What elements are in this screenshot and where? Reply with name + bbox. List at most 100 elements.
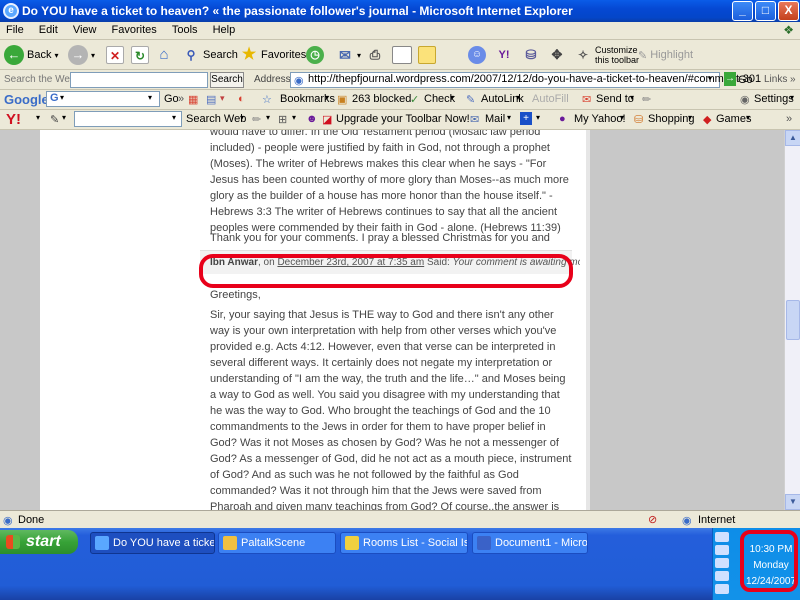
start-button[interactable]: start <box>0 530 78 554</box>
tray-safely-remove-icon[interactable] <box>715 584 729 594</box>
search-web-input[interactable] <box>70 72 208 88</box>
home-button[interactable]: ⌂ <box>155 44 173 66</box>
yahoo-search-web-dropdown-icon[interactable]: ▾ <box>240 113 244 122</box>
search-web-button[interactable]: Search <box>210 72 244 88</box>
check-dropdown-icon[interactable]: ▾ <box>450 93 454 102</box>
customize-toolbar-button[interactable]: ✧ Customize this toolbar <box>574 44 639 66</box>
upgrade-toolbar-button[interactable]: Upgrade your Toolbar Now! <box>336 113 470 125</box>
yahoo-search-web-button[interactable]: Search Web <box>186 113 246 125</box>
my-yahoo-dropdown-icon[interactable]: ▾ <box>620 113 624 122</box>
minimize-button[interactable]: _ <box>732 1 753 21</box>
yahoo-search-input-dropdown-icon[interactable]: ▾ <box>172 113 176 122</box>
send-to-button[interactable]: Send to <box>596 93 634 105</box>
vertical-scrollbar[interactable]: ▲ ▼ <box>784 130 800 510</box>
yahoo-messenger-icon[interactable]: ☻ <box>306 113 318 125</box>
yahoo-pen-icon[interactable]: ✏ <box>252 113 261 126</box>
scroll-down-button[interactable]: ▼ <box>785 494 800 510</box>
my-yahoo-button[interactable]: My Yahoo! <box>574 113 626 125</box>
yahoo-spam-icon[interactable]: ⊞ <box>278 113 287 126</box>
tray-volume-icon[interactable] <box>715 571 729 581</box>
task-word-document[interactable]: Document1 - Microsof... <box>472 532 588 554</box>
print-button[interactable]: ⎙ <box>366 44 384 66</box>
window-title-bar[interactable]: e Do YOU have a ticket to heaven? « the … <box>0 0 800 22</box>
yahoo-logo[interactable]: Y! <box>6 111 21 128</box>
links-chevron-icon[interactable]: » <box>790 74 796 85</box>
tray-network-icon[interactable] <box>715 532 729 542</box>
menu-file[interactable]: File <box>0 22 30 36</box>
yahoo-mail-button[interactable]: Mail <box>485 113 505 125</box>
forward-dropdown-icon[interactable]: ▾ <box>91 51 95 60</box>
yahoo-add-dropdown-icon[interactable]: ▾ <box>536 113 540 122</box>
stop-icon: ✕ <box>106 46 124 64</box>
google-go-button[interactable]: Go <box>164 93 179 105</box>
google-images-icon[interactable]: ▤ <box>206 93 216 106</box>
bookmarks-dropdown-icon[interactable]: ▾ <box>325 93 329 102</box>
yahoo-add-icon[interactable]: + <box>520 112 532 125</box>
links-button[interactable]: Links <box>764 74 787 85</box>
google-go-arrow-icon[interactable]: » <box>178 93 184 105</box>
settings-button[interactable]: Settings <box>754 93 794 105</box>
task-ie-window[interactable]: Do YOU have a ticket... <box>90 532 215 554</box>
yahoo-logo-dropdown-icon[interactable]: ▾ <box>36 113 40 122</box>
tray-antivirus-icon[interactable] <box>715 558 729 568</box>
google-logo[interactable]: Google <box>4 92 49 107</box>
research-button[interactable]: ⛁ <box>522 44 540 66</box>
yahoo-search-input[interactable] <box>74 111 182 127</box>
settings-dropdown-icon[interactable]: ▾ <box>790 93 794 102</box>
menu-tools[interactable]: Tools <box>166 22 204 36</box>
maximize-button[interactable]: □ <box>755 1 776 21</box>
google-news-icon[interactable]: ▦ <box>188 93 198 106</box>
my-yahoo-icon: ● <box>559 113 566 125</box>
search-button[interactable]: ⚲ Search <box>182 44 238 66</box>
scroll-thumb[interactable] <box>786 300 800 340</box>
yahoo-pen-dropdown-icon[interactable]: ▾ <box>266 113 270 122</box>
address-dropdown-icon[interactable]: ▾ <box>708 74 712 83</box>
yahoo-mail-button[interactable]: Y! <box>492 44 516 66</box>
menu-view[interactable]: View <box>67 22 103 36</box>
history-button[interactable]: ◷ <box>306 44 324 66</box>
games-dropdown-icon[interactable]: ▾ <box>746 113 750 122</box>
notes-button[interactable] <box>418 44 436 66</box>
google-search-dropdown-icon[interactable]: ▾ <box>148 93 152 102</box>
spellcheck-icon: ✓ <box>410 94 420 106</box>
back-button[interactable]: ← Back ▾ <box>4 44 58 66</box>
yahoo-mail-dropdown-icon[interactable]: ▾ <box>507 113 511 122</box>
menu-favorites[interactable]: Favorites <box>106 22 163 36</box>
google-dropdown-icon[interactable]: ▾ <box>220 93 225 104</box>
go-arrow-icon[interactable]: → <box>724 72 736 86</box>
task-label: PaltalkScene <box>241 537 306 549</box>
forward-button[interactable]: → ▾ <box>68 44 95 66</box>
address-url[interactable]: http://thepfjournal.wordpress.com/2007/1… <box>308 73 761 85</box>
yahoo-pencil-dropdown-icon[interactable]: ▾ <box>62 113 66 122</box>
shopping-dropdown-icon[interactable]: ▾ <box>688 113 692 122</box>
highlight-button[interactable]: ✎ Highlight <box>638 44 693 66</box>
highlighter-pen-icon[interactable]: ✏ <box>642 93 651 106</box>
go-button[interactable]: Go <box>738 74 753 86</box>
home-icon: ⌂ <box>159 46 169 63</box>
mail-button[interactable]: ✉ ▾ <box>336 44 361 66</box>
refresh-button[interactable]: ↻ <box>131 44 149 66</box>
close-button[interactable]: X <box>778 1 799 21</box>
task-paltalk[interactable]: PaltalkScene <box>218 532 336 554</box>
yahoo-more-icon[interactable]: » <box>786 113 792 125</box>
edit-button[interactable] <box>392 44 412 66</box>
messenger-button[interactable]: ☺ <box>468 44 486 66</box>
send-to-dropdown-icon[interactable]: ▾ <box>630 93 634 102</box>
google-input-dropdown-icon[interactable]: ▾ <box>60 93 64 102</box>
google-pagerank-icon[interactable]: ◐ <box>238 93 245 105</box>
stop-button[interactable]: ✕ <box>106 44 124 66</box>
task-rooms-list[interactable]: Rooms List - Social Is... <box>340 532 468 554</box>
page-viewport[interactable]: would have to differ. In the Old Testame… <box>0 130 784 510</box>
menu-edit[interactable]: Edit <box>33 22 64 36</box>
menu-help[interactable]: Help <box>207 22 242 36</box>
yahoo-spam-dropdown-icon[interactable]: ▾ <box>292 113 296 122</box>
tray-messenger-icon[interactable] <box>715 545 729 555</box>
yahoo-pencil-icon[interactable]: ✎ <box>50 113 59 126</box>
favorites-button[interactable]: ★ Favorites <box>240 44 306 66</box>
autolink-dropdown-icon[interactable]: ▾ <box>516 93 520 102</box>
popup-blocked-count[interactable]: 263 blocked <box>352 93 411 105</box>
autofill-button[interactable]: AutoFill <box>532 93 569 105</box>
tools-button[interactable]: ✥ <box>548 44 566 66</box>
scroll-up-button[interactable]: ▲ <box>785 130 800 146</box>
back-dropdown-icon[interactable]: ▾ <box>54 51 58 60</box>
